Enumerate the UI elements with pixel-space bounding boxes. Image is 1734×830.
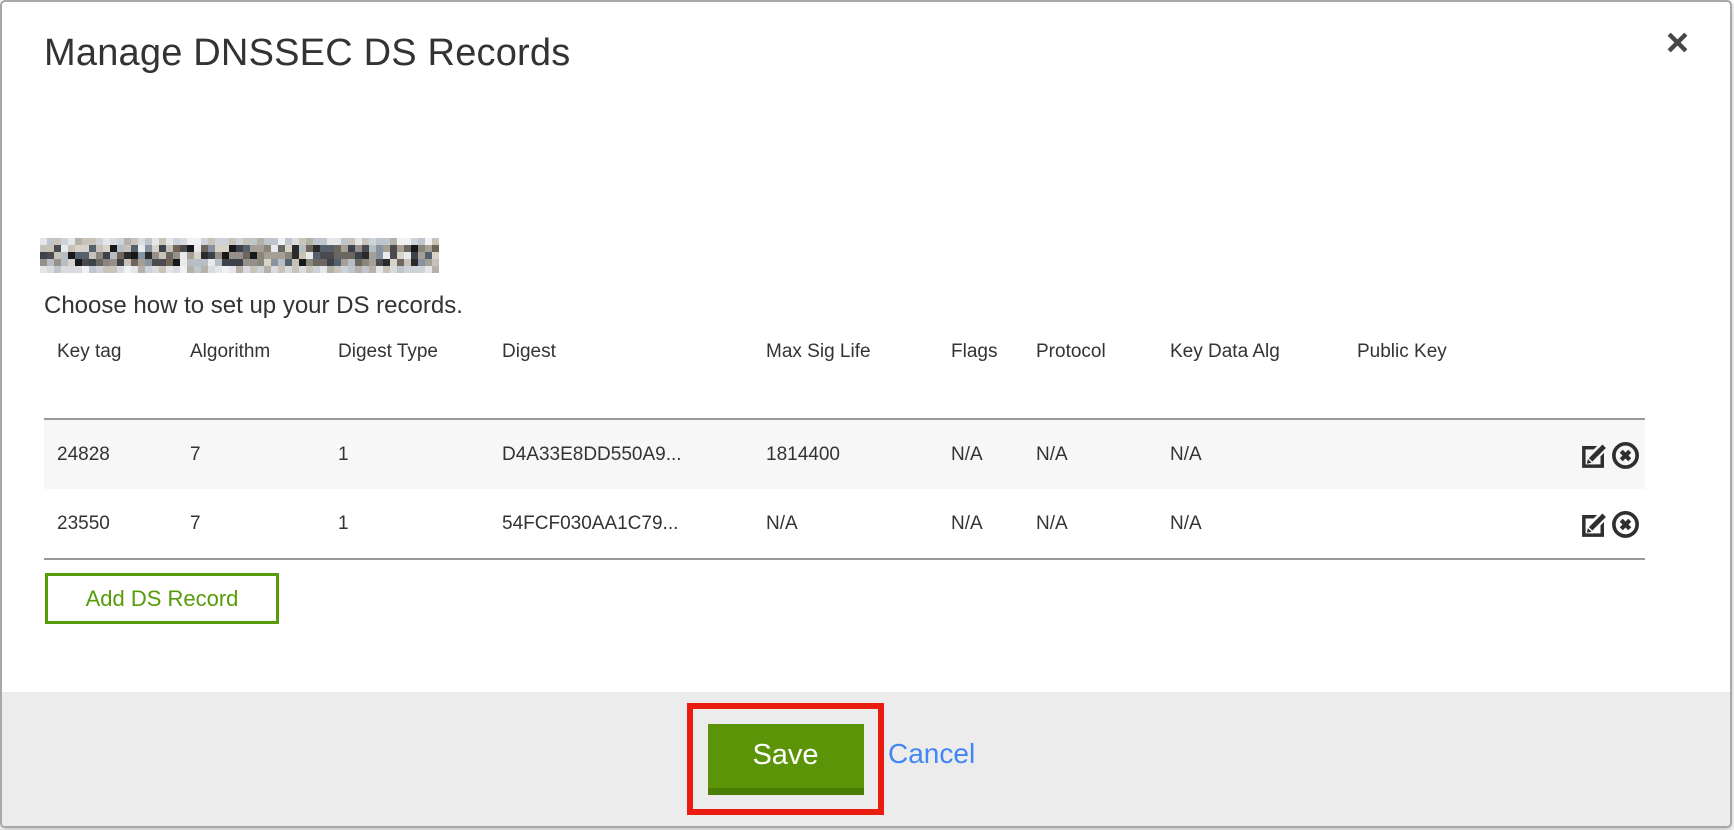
col-header-public-key: Public Key <box>1344 333 1494 419</box>
remove-record-button[interactable] <box>1610 439 1641 470</box>
remove-icon <box>1610 458 1641 473</box>
cell-digest-type: 1 <box>325 489 489 559</box>
col-header-max-sig-life: Max Sig Life <box>753 333 938 419</box>
redacted-domain <box>40 238 439 273</box>
table-header-row: Key tag Algorithm Digest Type Digest Max… <box>44 333 1645 419</box>
col-header-digest-type: Digest Type <box>325 333 489 419</box>
cell-public-key <box>1344 489 1494 559</box>
cell-digest: 54FCF030AA1C79... <box>489 489 753 559</box>
edit-record-button[interactable] <box>1579 439 1610 470</box>
cell-key-tag: 24828 <box>44 419 177 489</box>
row-actions <box>1494 489 1645 559</box>
cell-protocol: N/A <box>1023 489 1157 559</box>
cell-key-tag: 23550 <box>44 489 177 559</box>
cell-public-key <box>1344 419 1494 489</box>
modal-footer: Save Cancel <box>2 692 1730 828</box>
page-title: Manage DNSSEC DS Records <box>44 32 570 75</box>
add-ds-record-button[interactable]: Add DS Record <box>45 573 279 624</box>
col-header-digest: Digest <box>489 333 753 419</box>
close-button[interactable] <box>1661 26 1693 58</box>
table-row: 24828 7 1 D4A33E8DD550A9... 1814400 N/A … <box>44 419 1645 489</box>
ds-records-table: Key tag Algorithm Digest Type Digest Max… <box>44 333 1645 560</box>
cell-protocol: N/A <box>1023 419 1157 489</box>
cell-flags: N/A <box>938 419 1023 489</box>
instruction-text: Choose how to set up your DS records. <box>44 292 463 320</box>
save-button[interactable]: Save <box>708 724 864 795</box>
cell-algorithm: 7 <box>177 419 325 489</box>
col-header-protocol: Protocol <box>1023 333 1157 419</box>
col-header-key-tag: Key tag <box>44 333 177 419</box>
edit-icon <box>1579 527 1610 542</box>
cell-algorithm: 7 <box>177 489 325 559</box>
remove-record-button[interactable] <box>1610 508 1641 539</box>
edit-record-button[interactable] <box>1579 508 1610 539</box>
cell-max-sig-life: 1814400 <box>753 419 938 489</box>
close-icon <box>1665 30 1690 55</box>
table-row: 23550 7 1 54FCF030AA1C79... N/A N/A N/A … <box>44 489 1645 559</box>
col-header-key-data-alg: Key Data Alg <box>1157 333 1344 419</box>
edit-icon <box>1579 458 1610 473</box>
remove-icon <box>1610 527 1641 542</box>
cell-digest-type: 1 <box>325 419 489 489</box>
cell-max-sig-life: N/A <box>753 489 938 559</box>
row-actions <box>1494 419 1645 489</box>
col-header-algorithm: Algorithm <box>177 333 325 419</box>
col-header-flags: Flags <box>938 333 1023 419</box>
dnssec-modal: Manage DNSSEC DS Records Choose how to s… <box>0 0 1732 828</box>
annotation-highlight-rect: Save <box>687 703 884 815</box>
cell-key-data-alg: N/A <box>1157 489 1344 559</box>
cancel-link[interactable]: Cancel <box>888 738 975 770</box>
cell-key-data-alg: N/A <box>1157 419 1344 489</box>
cell-digest: D4A33E8DD550A9... <box>489 419 753 489</box>
cell-flags: N/A <box>938 489 1023 559</box>
col-header-actions <box>1494 333 1645 419</box>
